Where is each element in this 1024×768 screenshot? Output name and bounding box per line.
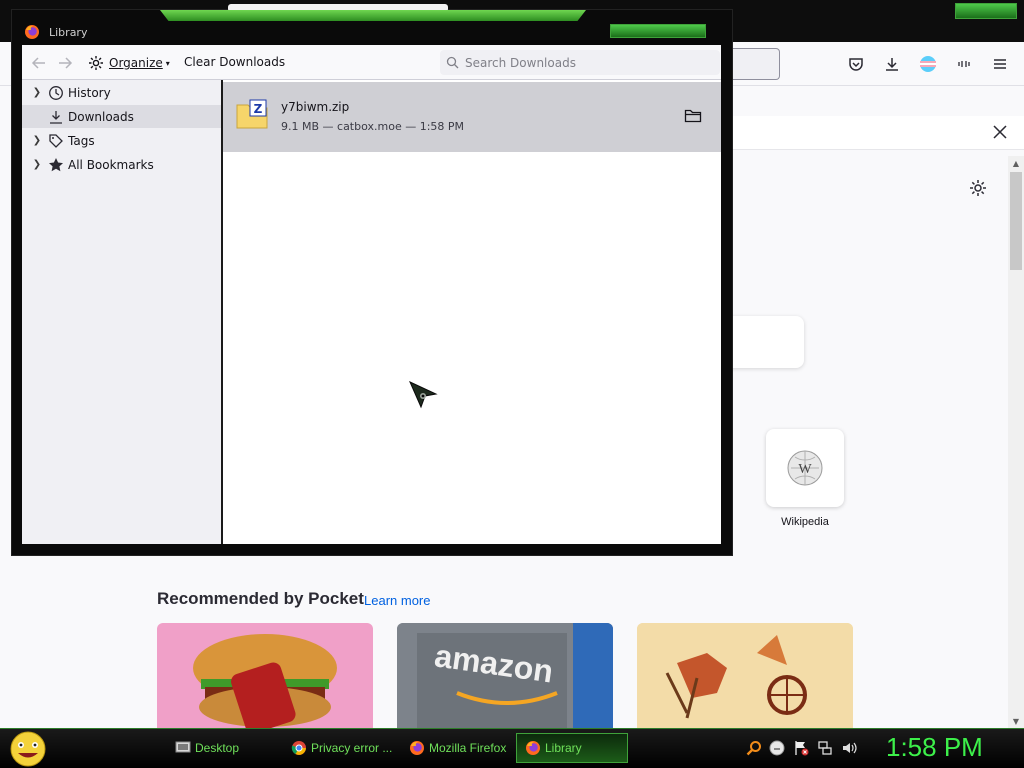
- taskbar-clock[interactable]: 1:58 PM: [886, 732, 983, 763]
- mouse-cursor-icon: [408, 380, 440, 412]
- download-status: 9.1 MB — catbox.moe — 1:58 PM: [281, 120, 465, 133]
- taskbar-button-label: Desktop: [195, 741, 240, 755]
- start-button[interactable]: [8, 731, 48, 767]
- taskbar-button-label: Library: [545, 741, 582, 755]
- web-search-box[interactable]: [726, 316, 804, 368]
- chevron-right-icon[interactable]: ❯: [30, 135, 44, 146]
- download-filename: y7biwm.zip: [281, 100, 350, 114]
- chevron-right-icon[interactable]: ❯: [30, 159, 44, 170]
- messenger-icon[interactable]: [769, 740, 785, 756]
- volume-icon[interactable]: [841, 740, 857, 756]
- search-downloads-field[interactable]: [440, 50, 720, 75]
- window-caption-buttons[interactable]: [610, 24, 706, 38]
- search-input[interactable]: [465, 55, 705, 70]
- firefox-caption-buttons[interactable]: [955, 3, 1017, 19]
- extensions-icon[interactable]: [952, 52, 976, 76]
- sidebar-item-label: Downloads: [68, 109, 134, 124]
- sidebar-item-history[interactable]: ❯ History: [22, 81, 221, 104]
- pocket-card-amazon[interactable]: amazon: [397, 623, 613, 729]
- svg-text:Z: Z: [254, 102, 263, 116]
- download-item[interactable]: [223, 82, 721, 152]
- firefox-icon: [24, 24, 40, 40]
- clear-downloads-button[interactable]: Clear Downloads: [184, 55, 285, 69]
- sidebar-item-all-bookmarks[interactable]: ❯ All Bookmarks: [22, 153, 221, 176]
- firefox-icon: [525, 740, 541, 756]
- chevron-right-icon[interactable]: ❯: [30, 87, 44, 98]
- window-title: Library: [49, 26, 88, 39]
- titlebar-glow: [160, 10, 586, 21]
- firefox-icon: [409, 740, 425, 756]
- star-icon: [47, 157, 65, 173]
- zip-archive-icon: Z: [236, 99, 268, 129]
- notification-bar: [726, 116, 1024, 150]
- sidebar-item-downloads[interactable]: Downloads: [22, 105, 221, 128]
- scroll-up-icon[interactable]: ▲: [1008, 156, 1024, 170]
- forward-icon[interactable]: [54, 52, 76, 74]
- taskbar-button-chrome[interactable]: Privacy error ...: [283, 733, 399, 763]
- scroll-down-icon[interactable]: ▼: [1008, 714, 1024, 728]
- close-icon[interactable]: [990, 122, 1010, 142]
- firefox-urlbar[interactable]: [726, 48, 780, 80]
- taskbar-button-label: Mozilla Firefox: [429, 741, 507, 755]
- taskbar-button-library[interactable]: Library: [516, 733, 628, 763]
- account-avatar-icon[interactable]: [916, 52, 940, 76]
- sidebar-item-tags[interactable]: ❯ Tags: [22, 129, 221, 152]
- download-icon: [47, 109, 65, 125]
- sidebar-item-label: History: [68, 85, 111, 100]
- gear-icon: [88, 55, 104, 71]
- downloads-icon[interactable]: [880, 52, 904, 76]
- action-center-flag-icon[interactable]: [793, 740, 809, 756]
- pocket-icon[interactable]: [844, 52, 868, 76]
- sidebar-item-label: All Bookmarks: [68, 157, 154, 172]
- scrollbar-thumb[interactable]: [1010, 172, 1022, 270]
- organize-button[interactable]: Organize ▾: [88, 52, 170, 74]
- menu-icon[interactable]: [988, 52, 1012, 76]
- desktop-icon: [175, 741, 191, 755]
- gear-icon[interactable]: [966, 176, 990, 200]
- learn-more-link[interactable]: Learn more: [364, 593, 430, 608]
- back-icon[interactable]: [28, 52, 50, 74]
- pocket-heading: Recommended by Pocket: [157, 589, 364, 608]
- search-icon[interactable]: [746, 740, 762, 756]
- tag-icon: [47, 133, 65, 149]
- top-site-label: Wikipedia: [781, 516, 829, 528]
- pocket-card-burger[interactable]: [157, 623, 373, 729]
- svg-text:W: W: [798, 462, 812, 477]
- folder-icon[interactable]: [682, 106, 704, 126]
- taskbar-button-firefox[interactable]: Mozilla Firefox: [401, 733, 513, 763]
- search-icon: [446, 56, 459, 69]
- clock-icon: [47, 85, 65, 101]
- taskbar-button-label: Privacy error ...: [311, 741, 393, 755]
- taskbar-button-desktop[interactable]: Desktop: [167, 733, 281, 763]
- top-site-wikipedia[interactable]: W: [766, 429, 844, 507]
- network-icon[interactable]: [817, 740, 833, 756]
- pocket-card-chariot[interactable]: [637, 623, 853, 729]
- sidebar-item-label: Tags: [68, 133, 95, 148]
- chrome-icon: [291, 740, 307, 756]
- chevron-down-icon: ▾: [165, 58, 170, 68]
- wikipedia-icon: W: [787, 450, 823, 486]
- organize-label: Organize: [109, 56, 163, 70]
